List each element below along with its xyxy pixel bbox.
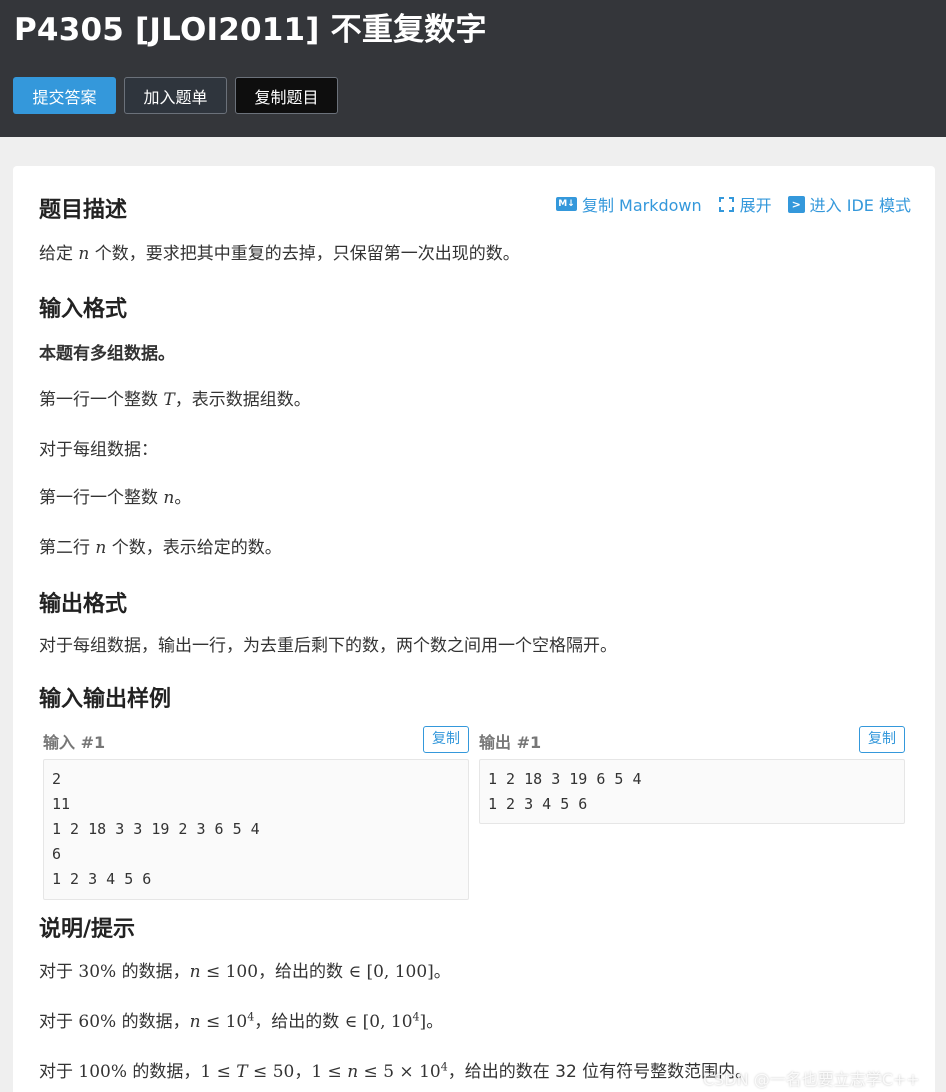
expand-label: 展开 — [739, 196, 772, 215]
problem-card: M↓ 复制 Markdown 展开 > 进入 IDE 模式 题目描述 给定 n … — [13, 166, 935, 1092]
sample-input-line: 1 2 18 3 3 19 2 3 6 5 4 — [52, 820, 260, 838]
add-to-list-button[interactable]: 加入题单 — [124, 77, 227, 114]
expand-link[interactable]: 展开 — [718, 192, 772, 216]
sample-input-label: 输入 #1 — [43, 733, 106, 752]
sample-input-block[interactable]: 2 11 1 2 18 3 3 19 2 3 6 5 4 6 1 2 3 4 5… — [43, 759, 469, 900]
csdn-watermark: CSDN @一名也要立志学C++ — [703, 1070, 920, 1089]
hint-line-3: 对于 100% 的数据，1 ≤ T ≤ 50，1 ≤ n ≤ 5 × 104，给… — [39, 1060, 753, 1082]
input-format-line-3: 第一行一个整数 n。 — [39, 488, 192, 508]
output-format-text: 对于每组数据，输出一行，为去重后剩下的数，两个数之间用一个空格隔开。 — [39, 636, 617, 656]
markdown-icon: M↓ — [555, 197, 577, 211]
sample-output-block[interactable]: 1 2 18 3 19 6 5 4 1 2 3 4 5 6 — [479, 759, 905, 824]
sample-output-line: 1 2 3 4 5 6 — [488, 795, 588, 813]
input-format-line-1: 第一行一个整数 T，表示数据组数。 — [39, 390, 311, 410]
input-format-line-2: 对于每组数据： — [39, 440, 158, 460]
ide-mode-label: 进入 IDE 模式 — [809, 196, 911, 215]
description-heading: 题目描述 — [39, 198, 128, 223]
hint-line-1: 对于 30% 的数据，n ≤ 100，给出的数 ∈ [0, 100]。 — [39, 962, 451, 982]
copy-problem-button[interactable]: 复制题目 — [235, 77, 338, 114]
ide-mode-link[interactable]: > 进入 IDE 模式 — [787, 192, 911, 216]
hint-heading: 说明/提示 — [39, 917, 136, 942]
sample-input-line: 1 2 3 4 5 6 — [52, 870, 152, 888]
copy-markdown-label: 复制 Markdown — [581, 196, 702, 215]
copy-markdown-link[interactable]: M↓ 复制 Markdown — [555, 192, 702, 216]
sample-input-line: 6 — [52, 845, 62, 863]
input-format-heading: 输入格式 — [39, 297, 128, 322]
submit-answer-button[interactable]: 提交答案 — [13, 77, 116, 114]
input-format-bold-line: 本题有多组数据。 — [39, 344, 175, 364]
sample-input-line: 11 — [52, 795, 71, 813]
problem-title: P4305 [JLOI2011] 不重复数字 — [14, 12, 487, 48]
expand-icon — [718, 196, 734, 212]
input-format-line-4: 第二行 n 个数，表示给定的数。 — [39, 538, 282, 558]
copy-output-button[interactable]: 复制 — [859, 726, 905, 753]
problem-header: P4305 [JLOI2011] 不重复数字 提交答案 加入题单 复制题目 — [0, 0, 946, 137]
copy-input-button[interactable]: 复制 — [423, 726, 469, 753]
sample-output-line: 1 2 18 3 19 6 5 4 — [488, 770, 642, 788]
sample-input-line: 2 — [52, 770, 62, 788]
terminal-icon: > — [787, 195, 805, 213]
samples-heading: 输入输出样例 — [39, 687, 172, 712]
description-text: 给定 n 个数，要求把其中重复的去掉，只保留第一次出现的数。 — [39, 244, 520, 264]
hint-line-2: 对于 60% 的数据，n ≤ 104，给出的数 ∈ [0, 104]。 — [39, 1010, 444, 1032]
problem-toolbar: M↓ 复制 Markdown 展开 > 进入 IDE 模式 — [555, 192, 911, 216]
output-format-heading: 输出格式 — [39, 592, 128, 617]
sample-output-label: 输出 #1 — [479, 733, 542, 752]
